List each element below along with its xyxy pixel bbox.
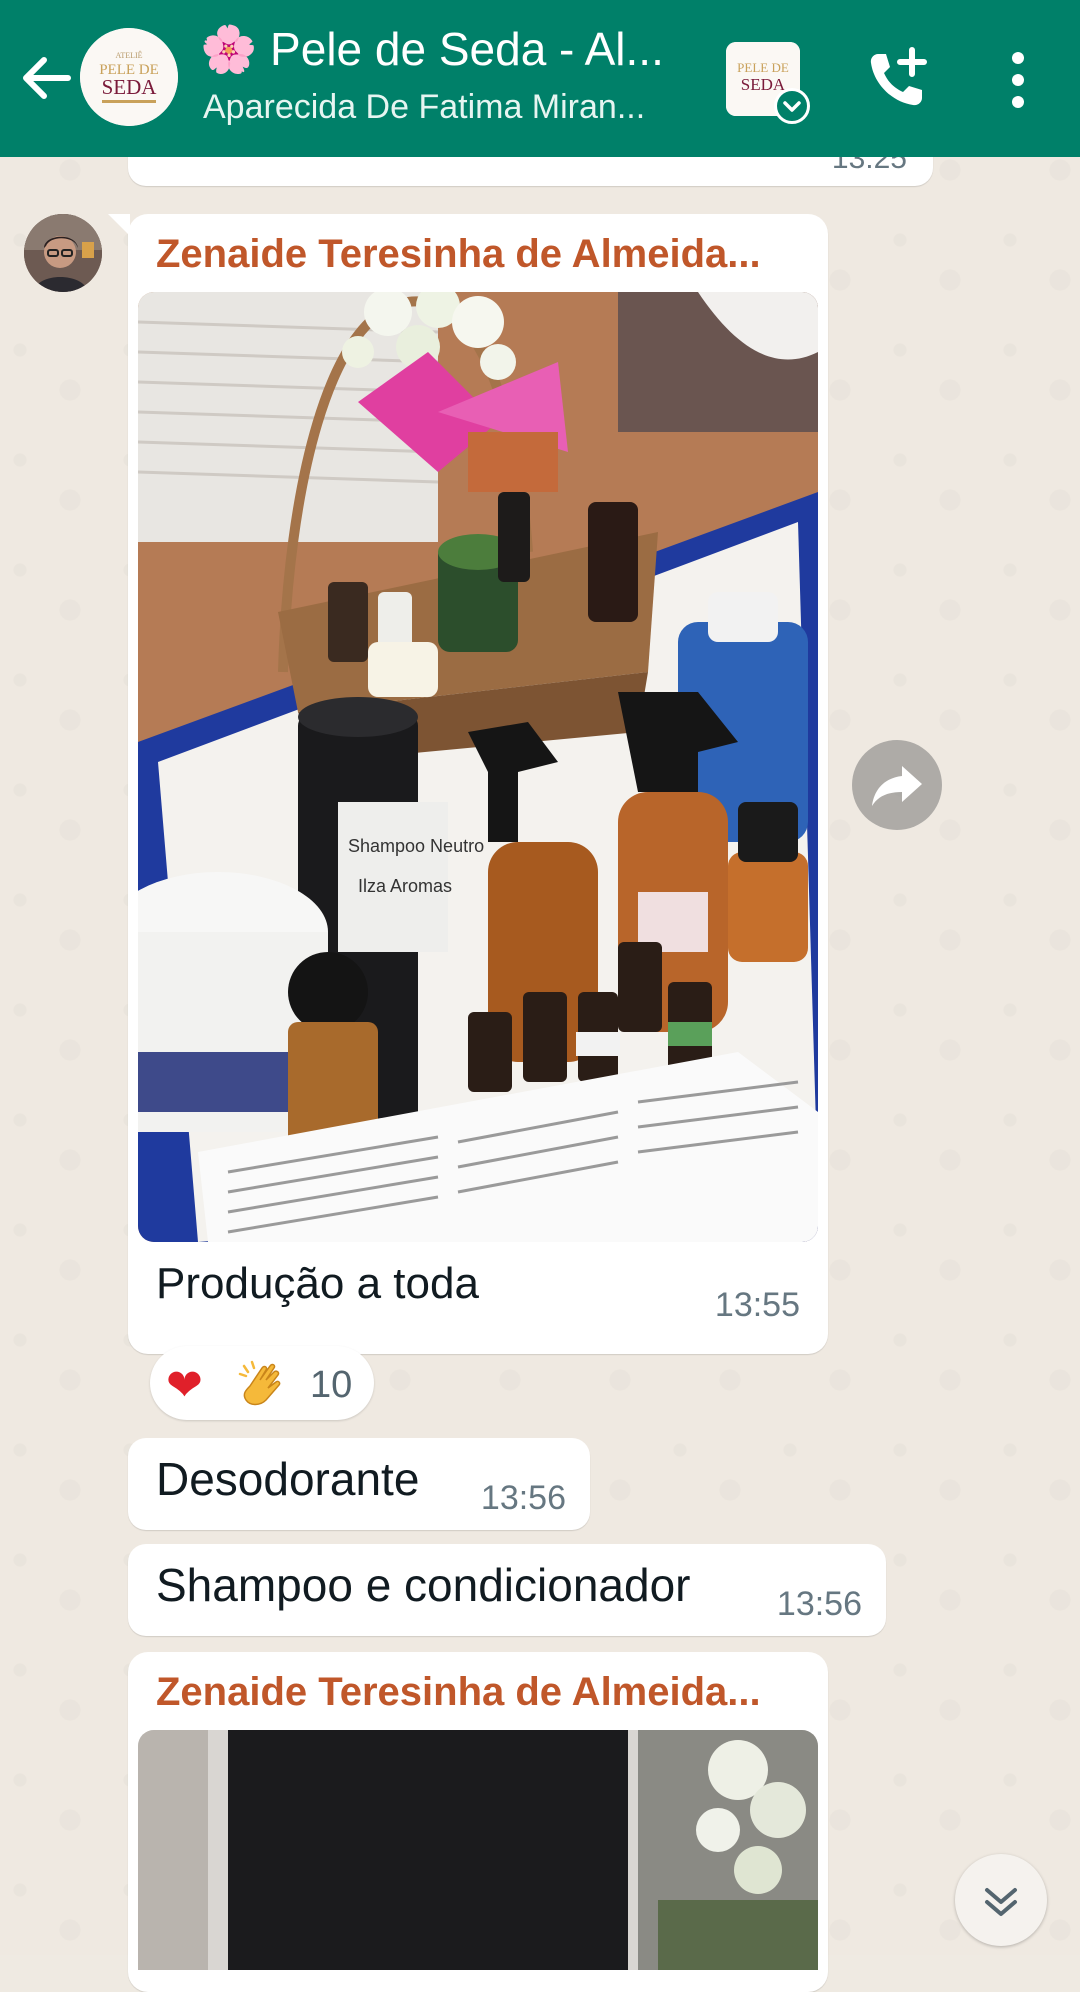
heart-reaction-icon: ❤: [166, 1361, 203, 1410]
person-avatar-icon: [24, 214, 102, 292]
back-arrow-icon: [23, 57, 71, 99]
menu-button[interactable]: [996, 48, 1040, 112]
clapping-hands-icon: [238, 1360, 281, 1406]
bubble-tail: [108, 214, 130, 236]
group-title[interactable]: 🌸 Pele de Seda - Al...: [200, 22, 700, 82]
group-logo-icon: ATELIÊ PELE DE SEDA: [80, 28, 178, 126]
group-avatar[interactable]: ATELIÊ PELE DE SEDA: [80, 28, 178, 126]
message-time: 13:56: [480, 1479, 566, 1517]
forward-icon: [872, 766, 922, 806]
product-photo[interactable]: Shampoo Neutro Ilza Aromas: [138, 292, 818, 1242]
svg-text:ATELIÊ: ATELIÊ: [115, 50, 142, 60]
svg-text:SEDA: SEDA: [102, 75, 158, 99]
back-button[interactable]: [18, 48, 76, 108]
reaction-count: 10: [310, 1364, 353, 1406]
message-time: 13:55: [714, 1286, 800, 1324]
message-time: 13:56: [776, 1585, 862, 1623]
more-vert-icon: [1012, 52, 1024, 108]
svg-text:Ilza Aromas: Ilza Aromas: [358, 876, 452, 896]
forward-button[interactable]: [852, 740, 942, 830]
svg-text:Shampoo Neutro: Shampoo Neutro: [348, 836, 484, 856]
double-chevron-down-icon: [985, 1888, 1017, 1916]
add-call-button[interactable]: [864, 46, 934, 112]
sender-name[interactable]: Zenaide Teresinha de Almeida...: [156, 1670, 796, 1720]
scroll-to-bottom-button[interactable]: [955, 1854, 1047, 1946]
product-photo[interactable]: [138, 1730, 818, 1970]
image-message-bubble[interactable]: Zenaide Teresinha de Almeida...: [108, 214, 828, 1354]
message-text: Shampoo e condicionador: [156, 1559, 691, 1611]
sender-name[interactable]: Zenaide Teresinha de Almeida...: [156, 232, 796, 282]
message-text: Desodorante: [156, 1453, 420, 1505]
group-subtitle[interactable]: Aparecida De Fatima Miran...: [203, 88, 693, 132]
text-message-bubble[interactable]: Shampoo e condicionador 13:56: [128, 1544, 886, 1636]
chat-header: ATELIÊ PELE DE SEDA 🌸 Pele de Seda - Al.…: [0, 0, 1080, 157]
community-button[interactable]: PELE DE SEDA: [726, 42, 810, 124]
product-photo-icon: Shampoo Neutro Ilza Aromas: [138, 292, 818, 1242]
message-caption: Produção a toda: [156, 1259, 479, 1308]
product-photo-icon: [138, 1730, 818, 1970]
verified-check-icon: [774, 88, 810, 124]
svg-text:PELE DE: PELE DE: [737, 60, 789, 75]
image-message-bubble[interactable]: Zenaide Teresinha de Almeida...: [128, 1652, 828, 1992]
sender-avatar[interactable]: [24, 214, 102, 292]
reactions-pill[interactable]: ❤ 10: [150, 1346, 374, 1420]
text-message-bubble[interactable]: Desodorante 13:56: [128, 1438, 590, 1530]
phone-plus-icon: [870, 47, 927, 106]
